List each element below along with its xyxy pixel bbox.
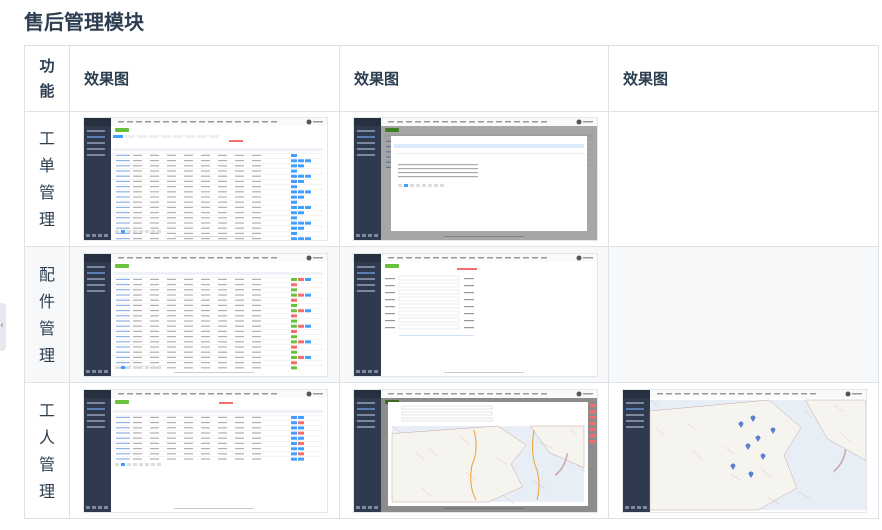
header-screenshot-1: 效果图 [69,45,340,112]
sidebar-collapse-toggle[interactable]: ‹ [0,303,6,351]
row-label-cell: 工单管理 [24,111,70,247]
shot-cell [69,246,340,383]
form-thumbnail-graphic [354,253,597,376]
row-label: 工单管理 [39,129,56,229]
table-row: 配件管理 [24,246,879,383]
row-label-cell: 工人管理 [24,382,70,519]
header-screenshot-2: 效果图 [339,45,609,112]
worker-map-screenshot [623,389,866,512]
row-label-cell: 配件管理 [24,246,70,383]
section-heading: 售后管理模块 [24,10,144,34]
shot-cell [608,382,879,519]
worker-map-dialog-screenshot [354,389,597,512]
table-row: 工人管理 [24,382,879,519]
shot-cell [339,111,609,247]
parts-form-screenshot [354,253,597,376]
list2-thumbnail-graphic [84,253,327,376]
shot-cell [339,246,609,383]
header-screenshot-3: 效果图 [608,45,879,112]
shot-cell [69,111,340,247]
mapdialog-thumbnail-graphic [354,389,597,512]
table-row: 工单管理 [24,111,879,247]
screenshot-table: 功能 效果图 效果图 效果图 工单管理 配件管理 工人管理 [24,45,879,519]
worker-list-screenshot [84,389,327,512]
table-header-row: 功能 效果图 效果图 效果图 [24,45,879,112]
empty-cell [608,111,879,247]
list-thumbnail-graphic [84,118,327,240]
shot-cell [69,382,340,519]
chevron-left-icon: ‹ [0,320,4,331]
work-order-list-screenshot [84,118,327,240]
row-label: 配件管理 [39,264,56,365]
header-function: 功能 [24,45,70,112]
shot-cell [339,382,609,519]
empty-cell [608,246,879,383]
dialog-thumbnail-graphic [354,118,597,240]
map-thumbnail-graphic [623,389,866,512]
work-order-dialog-screenshot [354,118,597,240]
list3-thumbnail-graphic [84,389,327,512]
parts-list-screenshot [84,253,327,376]
row-label: 工人管理 [39,400,56,501]
